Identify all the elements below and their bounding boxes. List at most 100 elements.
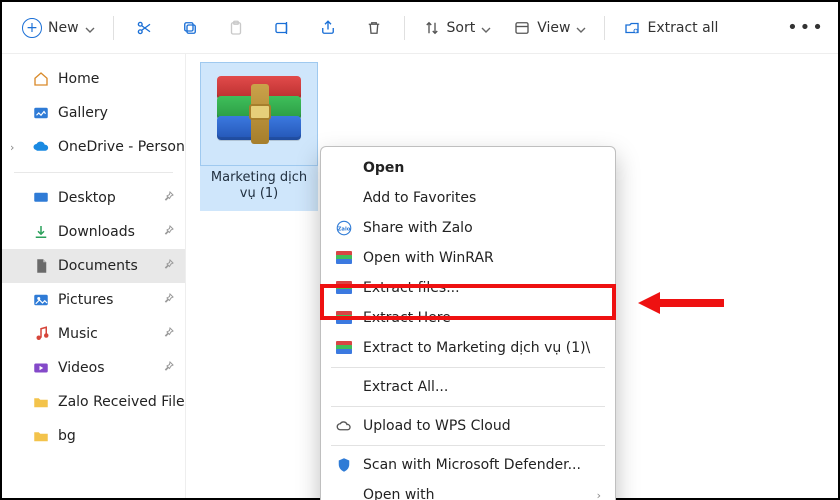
sidebar-item-videos[interactable]: Videos <box>2 351 185 385</box>
ctx-label: Open <box>363 160 601 176</box>
sort-label: Sort <box>447 20 476 36</box>
new-button[interactable]: + New <box>14 10 103 46</box>
file-name: Marketing dịch vụ (1) <box>200 166 318 211</box>
folder-icon <box>32 427 50 445</box>
desktop-icon <box>32 189 50 207</box>
folder-icon <box>32 393 50 411</box>
paste-button[interactable] <box>216 10 256 46</box>
zalo-icon: Zalo <box>335 219 353 237</box>
music-icon <box>32 325 50 343</box>
annotation-arrow <box>638 292 724 314</box>
separator <box>404 16 405 40</box>
ctx-upload-wps[interactable]: Upload to WPS Cloud <box>321 411 615 441</box>
ctx-share-zalo[interactable]: Zalo Share with Zalo <box>321 213 615 243</box>
sidebar-item-downloads[interactable]: Downloads <box>2 215 185 249</box>
sidebar-item-label: Documents <box>58 258 138 274</box>
sidebar-item-label: Music <box>58 326 98 342</box>
ctx-extract-files[interactable]: Extract files... <box>321 273 615 303</box>
sidebar-item-label: Desktop <box>58 190 116 206</box>
extract-all-button[interactable]: Extract all <box>615 10 726 46</box>
sidebar-divider <box>14 172 173 173</box>
winrar-icon <box>335 309 353 327</box>
ctx-label: Share with Zalo <box>363 220 601 236</box>
winrar-icon <box>335 279 353 297</box>
ctx-extract-all[interactable]: Extract All... <box>321 372 615 402</box>
ctx-separator <box>331 445 605 446</box>
sidebar-item-documents[interactable]: Documents <box>2 249 185 283</box>
sidebar: Home Gallery › OneDrive - Persona Deskto… <box>2 54 186 498</box>
pin-icon <box>163 292 175 308</box>
sidebar-item-onedrive[interactable]: › OneDrive - Persona <box>2 130 185 164</box>
ctx-label: Extract files... <box>363 280 601 296</box>
chevron-down-icon <box>576 23 586 33</box>
ctx-label: Extract Here <box>363 310 601 326</box>
pin-icon <box>163 360 175 376</box>
toolbar: + New Sort View Extract all ••• <box>2 2 838 54</box>
winrar-icon <box>335 339 353 357</box>
sidebar-item-bg[interactable]: bg <box>2 419 185 453</box>
view-label: View <box>537 20 570 36</box>
winrar-icon <box>217 76 301 152</box>
context-menu: Open Add to Favorites Zalo Share with Zal… <box>320 146 616 500</box>
extract-icon <box>623 19 641 37</box>
pin-icon <box>163 190 175 206</box>
clipboard-icon <box>227 19 245 37</box>
sidebar-item-desktop[interactable]: Desktop <box>2 181 185 215</box>
sidebar-item-label: Zalo Received Files <box>58 394 186 410</box>
view-icon <box>513 19 531 37</box>
chevron-right-icon: › <box>597 489 601 500</box>
more-button[interactable]: ••• <box>786 10 826 46</box>
ctx-open-with[interactable]: Open with › <box>321 480 615 500</box>
pin-icon <box>163 326 175 342</box>
ctx-label: Add to Favorites <box>363 190 601 206</box>
ctx-label: Upload to WPS Cloud <box>363 418 601 434</box>
ctx-extract-here[interactable]: Extract Here <box>321 303 615 333</box>
downloads-icon <box>32 223 50 241</box>
cloud-icon <box>335 417 353 435</box>
sidebar-item-label: Gallery <box>58 105 108 121</box>
share-icon <box>319 19 337 37</box>
ctx-extract-to[interactable]: Extract to Marketing dịch vụ (1)\ <box>321 333 615 363</box>
onedrive-icon <box>32 138 50 156</box>
rename-button[interactable] <box>262 10 302 46</box>
share-button[interactable] <box>308 10 348 46</box>
ctx-open-winrar[interactable]: Open with WinRAR <box>321 243 615 273</box>
winrar-icon <box>335 249 353 267</box>
ellipsis-icon: ••• <box>787 17 825 38</box>
file-item[interactable]: Marketing dịch vụ (1) <box>200 62 318 211</box>
separator <box>113 16 114 40</box>
ctx-add-favorites[interactable]: Add to Favorites <box>321 183 615 213</box>
ctx-label: Open with <box>363 487 587 500</box>
ctx-label: Extract to Marketing dịch vụ (1)\ <box>363 340 601 356</box>
sidebar-item-pictures[interactable]: Pictures <box>2 283 185 317</box>
sort-button[interactable]: Sort <box>415 10 500 46</box>
sidebar-item-home[interactable]: Home <box>2 62 185 96</box>
new-label: New <box>48 20 79 36</box>
svg-text:Zalo: Zalo <box>338 226 351 232</box>
cut-button[interactable] <box>124 10 164 46</box>
extract-all-label: Extract all <box>647 20 718 36</box>
ctx-label: Open with WinRAR <box>363 250 601 266</box>
sidebar-item-zalo[interactable]: Zalo Received Files <box>2 385 185 419</box>
videos-icon <box>32 359 50 377</box>
sidebar-item-label: bg <box>58 428 76 444</box>
documents-icon <box>32 257 50 275</box>
pin-icon <box>163 224 175 240</box>
ctx-separator <box>331 406 605 407</box>
ctx-label: Scan with Microsoft Defender... <box>363 457 601 473</box>
view-button[interactable]: View <box>505 10 594 46</box>
sidebar-item-music[interactable]: Music <box>2 317 185 351</box>
delete-button[interactable] <box>354 10 394 46</box>
ctx-defender[interactable]: Scan with Microsoft Defender... <box>321 450 615 480</box>
ctx-open[interactable]: Open <box>321 153 615 183</box>
chevron-right-icon[interactable]: › <box>10 141 14 154</box>
copy-icon <box>181 19 199 37</box>
gallery-icon <box>32 104 50 122</box>
ctx-label: Extract All... <box>363 379 601 395</box>
pin-icon <box>163 258 175 274</box>
pictures-icon <box>32 291 50 309</box>
sidebar-item-label: Home <box>58 71 99 87</box>
sidebar-item-gallery[interactable]: Gallery <box>2 96 185 130</box>
copy-button[interactable] <box>170 10 210 46</box>
ctx-separator <box>331 367 605 368</box>
